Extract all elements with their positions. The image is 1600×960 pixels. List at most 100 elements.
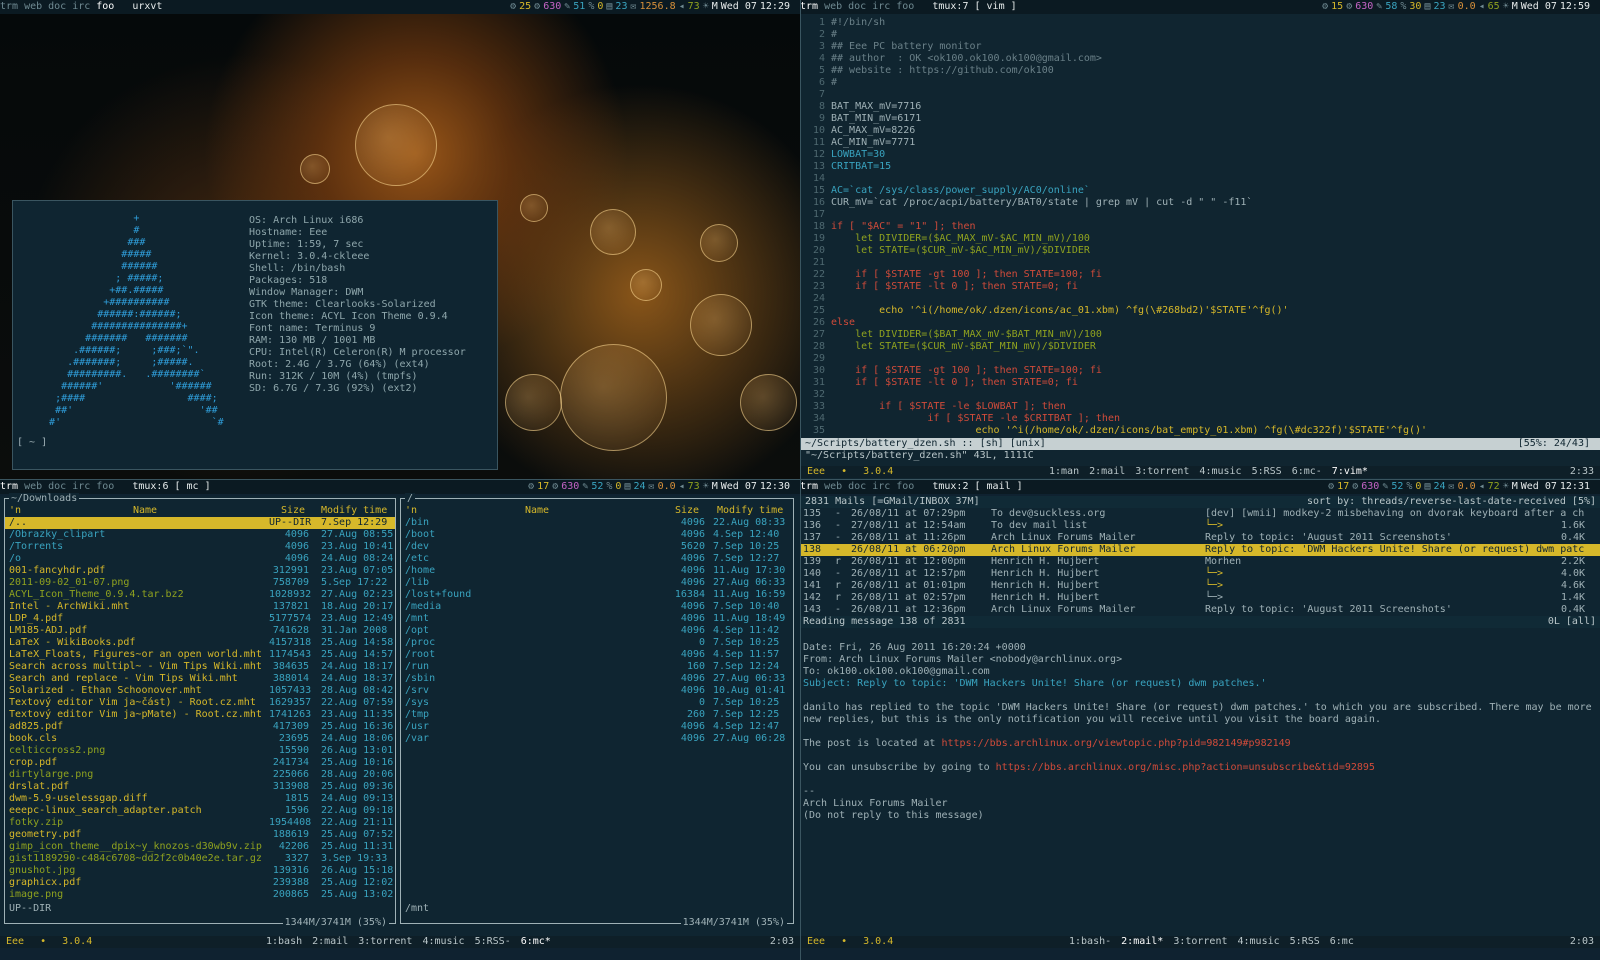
file-row[interactable]: /run 160 7.Sep 12:24 [401, 661, 793, 673]
file-row[interactable]: /Torrents 4096 23.Aug 10:41 [5, 541, 395, 553]
code-line[interactable]: 2 # [805, 29, 1427, 41]
file-row[interactable]: Search across multipl~ - Vim Tips Wiki.m… [5, 661, 395, 673]
file-row[interactable]: ACYL_Icon_Theme_0.9.4.tar.bz2 1028932 27.A… [5, 589, 395, 601]
tag-foo[interactable]: foo [896, 1, 914, 12]
col-name[interactable]: Name [133, 505, 157, 517]
mail-row[interactable]: 142 r 26/08/11 at 02:57pm Henrich H. Hujber… [801, 592, 1600, 604]
file-row[interactable]: /var 4096 27.Aug 06:28 [401, 733, 793, 745]
tag-trm[interactable]: trm [0, 1, 18, 12]
file-row[interactable]: LM185-ADJ.pdf 741628 31.Jan 2008 [5, 625, 395, 637]
code-area[interactable]: 1 #!/bin/sh 2 #3 ## Eee PC battery monitor 4 #… [805, 17, 1427, 437]
file-row[interactable]: celticcross2.png 15590 26.Aug 13:01 [5, 745, 395, 757]
col-modify-time[interactable]: Modify time [717, 505, 783, 517]
file-row[interactable]: /sys 0 7.Sep 10:25 [401, 697, 793, 709]
unsubscribe-link[interactable]: https://bbs.archlinux.org/misc.php?actio… [996, 762, 1375, 773]
file-row[interactable]: /lost+found 16384 11.Aug 16:59 [401, 589, 793, 601]
tag-trm[interactable]: trm [0, 481, 18, 492]
code-line[interactable]: 14 [805, 173, 1427, 185]
code-line[interactable]: 24 [805, 293, 1427, 305]
col-name[interactable]: Name [525, 505, 549, 517]
file-row[interactable]: LDP_4.pdf 5177574 23.Aug 12:49 [5, 613, 395, 625]
file-row[interactable]: book.cls 23695 24.Aug 18:06 [5, 733, 395, 745]
code-line[interactable]: 12 LOWBAT=30 [805, 149, 1427, 161]
code-line[interactable]: 31 if [ $STATE -lt 0 ]; then STATE=0; fi [805, 377, 1427, 389]
file-row[interactable]: Solarized - Ethan Schoonover.mht 1057433 2… [5, 685, 395, 697]
tmux-window-4music[interactable]: 4:music [422, 936, 464, 947]
tag-trm[interactable]: trm [800, 1, 818, 12]
tag-web[interactable]: web [824, 1, 842, 12]
mutt-mail-client[interactable]: 2831 Mails [=GMail/INBOX 37M] sort by: t… [801, 496, 1600, 948]
mc-left-panel[interactable]: ~/Downloads 'n Name Size Modify time /..… [4, 493, 396, 928]
code-line[interactable]: 17 [805, 209, 1427, 221]
file-row[interactable]: drslat.pdf 313908 25.Aug 09:36 [5, 781, 395, 793]
tag-foo[interactable]: foo [96, 1, 114, 12]
file-row[interactable]: LaTeX_Floats, Figures~or an open world.m… [5, 649, 395, 661]
file-row[interactable]: Textový editor Vim ja~část) - Root.cz.mh… [5, 697, 395, 709]
tmux-window-6mc[interactable]: 6:mc- [1292, 466, 1322, 477]
vim-editor[interactable]: 1 #!/bin/sh 2 #3 ## Eee PC battery monitor 4 #… [801, 14, 1600, 480]
file-row[interactable]: Search and replace - Vim Tips Wiki.mht 38… [5, 673, 395, 685]
code-line[interactable]: 29 [805, 353, 1427, 365]
tag-foo[interactable]: foo [96, 481, 114, 492]
tmux-window-2mail[interactable]: 2:mail [312, 936, 348, 947]
code-line[interactable]: 15 AC=`cat /sys/class/power_supply/AC0/on… [805, 185, 1427, 197]
tag-irc[interactable]: irc [872, 1, 890, 12]
tag-irc[interactable]: irc [72, 481, 90, 492]
file-row[interactable]: dirtylarge.png 225066 28.Aug 20:06 [5, 769, 395, 781]
tmux-window-4music[interactable]: 4:music [1199, 466, 1241, 477]
file-row[interactable]: LaTeX - WikiBooks.pdf 4157318 25.Aug 14:58 [5, 637, 395, 649]
code-line[interactable]: 21 [805, 257, 1427, 269]
code-line[interactable]: 25 echo '^i(/home/ok/.dzen/icons/ac_01.x… [805, 305, 1427, 317]
right-panel-path[interactable]: / [407, 493, 413, 504]
message-body[interactable]: Date: Fri, 26 Aug 2011 16:20:24 +0000 Fr… [803, 630, 1592, 834]
tmux-window-2mail[interactable]: 2:mail* [1121, 936, 1163, 947]
code-line[interactable]: 6 # [805, 77, 1427, 89]
tag-web[interactable]: web [24, 481, 42, 492]
tmux-window-1bash[interactable]: 1:bash [266, 936, 302, 947]
file-row[interactable]: /media 4096 7.Sep 10:40 [401, 601, 793, 613]
tmux-window-7vim[interactable]: 7:vim* [1332, 466, 1368, 477]
file-row[interactable]: graphicx.pdf 239388 25.Aug 12:02 [5, 877, 395, 889]
code-line[interactable]: 35 echo '^i(/home/ok/.dzen/icons/bat_emp… [805, 425, 1427, 437]
code-line[interactable]: 26 else [805, 317, 1427, 329]
file-row[interactable]: /Obrazky_clipart 4096 27.Aug 08:55 [5, 529, 395, 541]
tmux-window-3torrent[interactable]: 3:torrent [1173, 936, 1227, 947]
tmux-window-3torrent[interactable]: 3:torrent [358, 936, 412, 947]
code-line[interactable]: 19 let DIVIDER=($AC_MAX_mV-$AC_MIN_mV)/1… [805, 233, 1427, 245]
tag-irc[interactable]: irc [872, 481, 890, 492]
mail-row[interactable]: 138 -26/08/11 at 06:20pm Arch Linux Forums… [801, 544, 1600, 556]
code-line[interactable]: 30 if [ $STATE -gt 100 ]; then STATE=100… [805, 365, 1427, 377]
file-row[interactable]: /opt 4096 4.Sep 11:42 [401, 625, 793, 637]
code-line[interactable]: 10 AC_MAX_mV=8226 [805, 125, 1427, 137]
tmux-window-1bash[interactable]: 1:bash- [1069, 936, 1111, 947]
code-line[interactable]: 18 if [ "$AC" = "1" ]; then [805, 221, 1427, 233]
file-row[interactable]: dwm-5.9-uselessgap.diff 1815 24.Aug 09:13 [5, 793, 395, 805]
file-row[interactable]: image.png 200865 25.Aug 13:02 [5, 889, 395, 901]
terminal-window[interactable]: + # ### ##### ###### ; #####; +##.##### … [12, 200, 498, 470]
shell-prompt[interactable]: [ ~ ] [17, 437, 47, 449]
midnight-commander[interactable]: ~/Downloads 'n Name Size Modify time /..… [0, 493, 800, 948]
mail-row[interactable]: 136 -27/08/11 at 12:54am To dev mail list └… [801, 520, 1600, 532]
col-size[interactable]: Size [675, 505, 699, 517]
tag-irc[interactable]: irc [72, 1, 90, 12]
code-line[interactable]: 8 BAT_MAX_mV=7716 [805, 101, 1427, 113]
file-row[interactable]: /root 4096 4.Sep 11:57 [401, 649, 793, 661]
file-row[interactable]: gist1189290-c484c6708~dd2f2c0b40e2e.tar.… [5, 853, 395, 865]
code-line[interactable]: 13 CRITBAT=15 [805, 161, 1427, 173]
file-row[interactable]: Textový editor Vim ja~pMate) - Root.cz.m… [5, 709, 395, 721]
code-line[interactable]: 27 let DIVIDER=($BAT_MAX_mV-$BAT_MIN_mV)… [805, 329, 1427, 341]
file-row[interactable]: /dev 5620 7.Sep 10:25 [401, 541, 793, 553]
file-row[interactable]: 2011-09-02_01-07.png 758709 5.Sep 17:22 [5, 577, 395, 589]
file-row[interactable]: crop.pdf 241734 25.Aug 10:16 [5, 757, 395, 769]
file-row[interactable]: /proc 0 7.Sep 10:25 [401, 637, 793, 649]
file-row[interactable]: /tmp 260 7.Sep 12:25 [401, 709, 793, 721]
code-line[interactable]: 1 #!/bin/sh [805, 17, 1427, 29]
mail-row[interactable]: 135 -26/08/11 at 07:29pm To dev@suckless.o… [801, 508, 1600, 520]
mail-row[interactable]: 137 -26/08/11 at 11:26pm Arch Linux Forums… [801, 532, 1600, 544]
tmux-window-4music[interactable]: 4:music [1238, 936, 1280, 947]
tmux-window-5RSS[interactable]: 5:RSS [1290, 936, 1320, 947]
file-row[interactable]: fotky.zip 1954408 22.Aug 21:11 [5, 817, 395, 829]
tag-trm[interactable]: trm [800, 481, 818, 492]
col-size[interactable]: Size [281, 505, 305, 517]
code-line[interactable]: 33 if [ $STATE -le $LOWBAT ]; then [805, 401, 1427, 413]
